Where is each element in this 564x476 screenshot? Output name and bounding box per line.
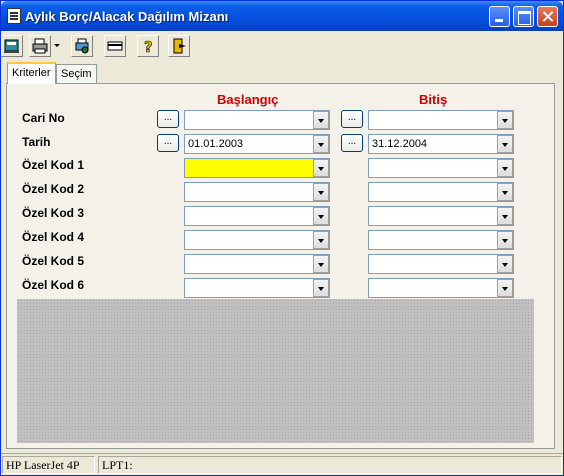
printer-setup-icon (75, 38, 89, 54)
port-status: LPT1: (98, 456, 562, 474)
cari-no-label: Cari No (22, 111, 65, 125)
toolbar: ? (1, 32, 563, 58)
main-window: Aylık Borç/Alacak Dağılım Mizanı ? Krite… (0, 0, 564, 476)
dropdown-arrow-icon[interactable] (497, 255, 513, 273)
dropdown-arrow-icon[interactable] (497, 183, 513, 201)
ozel-kod-1-label: Özel Kod 1 (22, 158, 85, 172)
window-title: Aylık Borç/Alacak Dağılım Mizanı (25, 9, 229, 24)
combo-value: 31.12.2004 (372, 138, 428, 150)
dropdown-arrow-icon[interactable] (497, 207, 513, 225)
end-header: Bitiş (419, 92, 448, 107)
ozel-kod-1-end-combo[interactable] (368, 158, 514, 178)
help-icon: ? (144, 38, 153, 54)
dropdown-arrow-icon[interactable] (497, 279, 513, 297)
dropdown-arrow-icon[interactable] (497, 159, 513, 177)
app-icon[interactable] (7, 8, 21, 24)
status-bar: HP LaserJet 4P LPT1: (1, 453, 563, 475)
close-button[interactable] (537, 6, 558, 27)
ozel-kod-1-start-combo[interactable] (184, 158, 330, 178)
ozel-kod-6-start-combo[interactable] (184, 278, 330, 298)
ozel-kod-4-end-combo[interactable] (368, 230, 514, 250)
ozel-kod-2-start-combo[interactable] (184, 182, 330, 202)
cari-no-end-combo[interactable] (368, 110, 514, 130)
tarih-start-browse-button[interactable]: ... (157, 134, 179, 152)
empty-grid-area (17, 299, 534, 443)
dropdown-arrow-icon[interactable] (313, 183, 329, 201)
tab-kriterler[interactable]: Kriterler (7, 62, 56, 84)
dropdown-arrow-icon[interactable] (497, 111, 513, 129)
ozel-kod-5-end-combo[interactable] (368, 254, 514, 274)
tab-secim[interactable]: Seçim (56, 64, 97, 83)
title-bar[interactable]: Aylık Borç/Alacak Dağılım Mizanı (1, 1, 563, 31)
cari-no-start-browse-button[interactable]: ... (157, 110, 179, 128)
minimize-button[interactable] (489, 6, 510, 27)
printer-status: HP LaserJet 4P (2, 456, 95, 474)
ozel-kod-4-start-combo[interactable] (184, 230, 330, 250)
dropdown-arrow-icon[interactable] (313, 159, 329, 177)
dropdown-arrow-icon[interactable] (313, 279, 329, 297)
ozel-kod-6-label: Özel Kod 6 (22, 278, 85, 292)
dropdown-arrow-icon[interactable] (497, 231, 513, 249)
start-header: Başlangıç (217, 92, 279, 107)
ozel-kod-4-label: Özel Kod 4 (22, 230, 85, 244)
print-button[interactable] (29, 35, 51, 57)
ozel-kod-5-label: Özel Kod 5 (22, 254, 85, 268)
tarih-start-combo[interactable]: 01.01.2003 (184, 134, 330, 154)
combo-value: 01.01.2003 (188, 138, 244, 150)
dropdown-arrow-icon[interactable] (313, 231, 329, 249)
printer-setup-button[interactable] (71, 35, 93, 57)
dropdown-arrow-icon[interactable] (313, 207, 329, 225)
cari-no-start-combo[interactable] (184, 110, 330, 130)
ozel-kod-2-label: Özel Kod 2 (22, 182, 85, 196)
dropdown-arrow-icon[interactable] (313, 111, 329, 129)
criteria-panel: Başlangıç Bitiş Cari No ... ... Tarih ..… (6, 83, 555, 449)
ozel-kod-5-start-combo[interactable] (184, 254, 330, 274)
maximize-button[interactable] (513, 6, 534, 27)
printer-icon (32, 38, 48, 54)
svg-text:?: ? (144, 38, 153, 54)
help-button[interactable]: ? (137, 35, 159, 57)
cari-no-end-browse-button[interactable]: ... (341, 110, 363, 128)
card-button[interactable] (104, 35, 126, 57)
ozel-kod-3-end-combo[interactable] (368, 206, 514, 226)
preview-icon (4, 39, 19, 53)
preview-button[interactable] (1, 35, 23, 57)
card-icon (107, 41, 123, 51)
tarih-label: Tarih (22, 135, 51, 149)
ozel-kod-3-label: Özel Kod 3 (22, 206, 85, 220)
tarih-end-combo[interactable]: 31.12.2004 (368, 134, 514, 154)
ozel-kod-2-end-combo[interactable] (368, 182, 514, 202)
ozel-kod-6-end-combo[interactable] (368, 278, 514, 298)
exit-button[interactable] (168, 35, 190, 57)
tarih-end-browse-button[interactable]: ... (341, 134, 363, 152)
print-dropdown[interactable] (52, 35, 62, 57)
dropdown-arrow-icon[interactable] (313, 255, 329, 273)
ozel-kod-3-start-combo[interactable] (184, 206, 330, 226)
dropdown-arrow-icon[interactable] (313, 135, 329, 153)
exit-icon (173, 38, 186, 54)
dropdown-arrow-icon[interactable] (497, 135, 513, 153)
